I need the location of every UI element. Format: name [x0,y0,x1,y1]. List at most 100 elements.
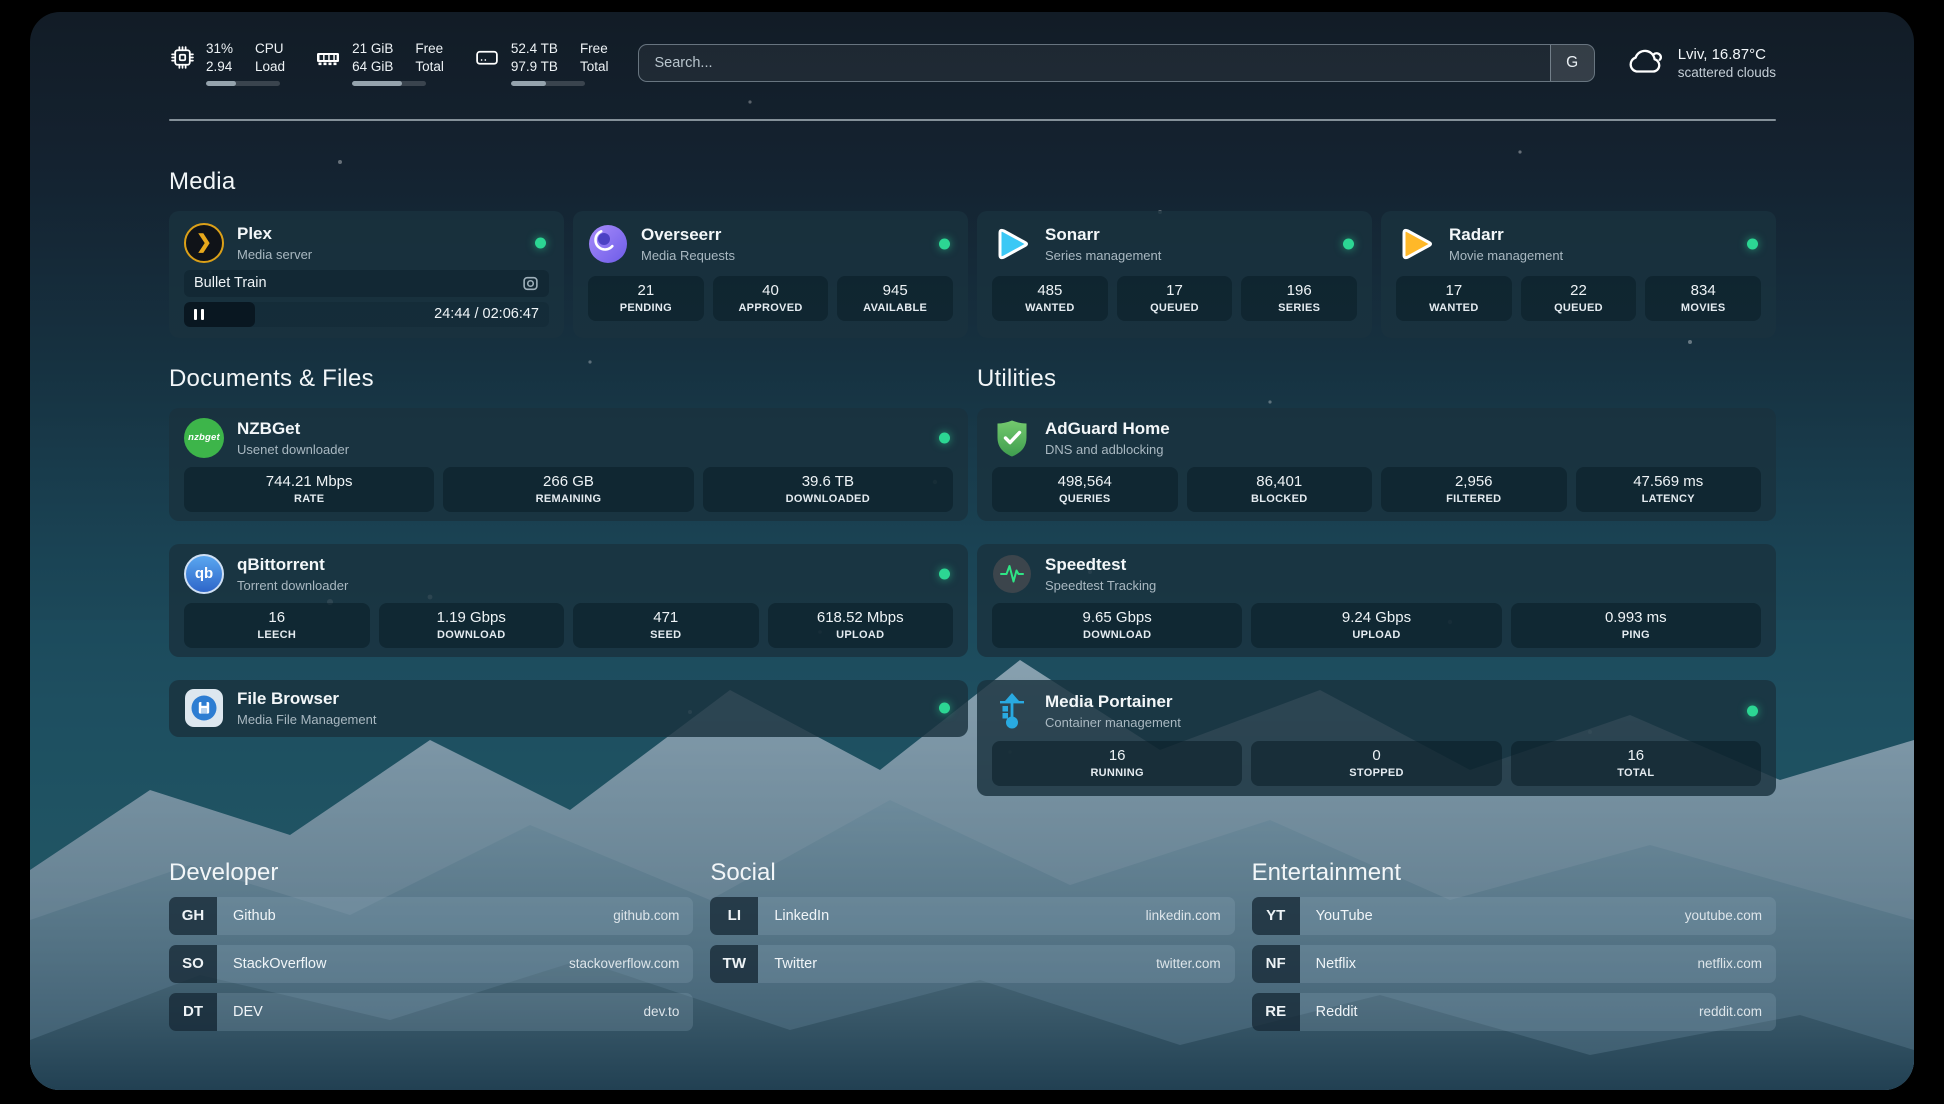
stat-tile: 39.6 TBDOWNLOADED [703,467,953,512]
service-card-sonarr[interactable]: Sonarr Series management 485WANTED 17QUE… [977,211,1372,338]
service-desc: Speedtest Tracking [1045,578,1156,593]
memory-progress-bar [352,81,426,86]
speedtest-logo-icon [992,554,1032,594]
memory-icon [315,45,341,71]
stat-tile: 618.52 MbpsUPLOAD [768,603,954,648]
disk-icon [474,45,500,71]
service-desc: Usenet downloader [237,442,349,457]
bookmark-group-entertainment: Entertainment YT YouTube youtube.com NF … [1252,859,1776,1031]
bookmark-abbr: YT [1252,897,1300,935]
service-name: Overseerr [641,225,735,245]
status-dot [1747,705,1758,716]
radarr-logo-icon [1396,224,1436,264]
cpu-labels: CPULoad [255,40,285,75]
plex-playback-time: 24:44 / 02:06:47 [434,306,539,322]
service-stats: 17WANTED 22QUEUED 834MOVIES [1396,276,1761,321]
bookmark-abbr: GH [169,897,217,935]
stat-tile: 9.24 GbpsUPLOAD [1251,603,1501,648]
page-content: 31%2.94 CPULoad [30,12,1914,1090]
header-separator [169,119,1776,121]
pause-button[interactable] [194,309,204,320]
stat-tile: 2,956FILTERED [1381,467,1567,512]
search-bar: G [638,44,1594,82]
search-provider-button[interactable]: G [1550,45,1594,81]
service-stats: 498,564QUERIES 86,401BLOCKED 2,956FILTER… [992,467,1761,512]
status-dot [1747,238,1758,249]
bookmark-abbr: NF [1252,945,1300,983]
status-dot [535,237,546,248]
service-card-speedtest[interactable]: Speedtest Speedtest Tracking 9.65 GbpsDO… [977,544,1776,657]
service-card-radarr[interactable]: Radarr Movie management 17WANTED 22QUEUE… [1381,211,1776,338]
search-input[interactable] [639,45,1549,81]
bookmark-dev[interactable]: DT DEV dev.to [169,993,693,1031]
bookmark-name: LinkedIn [758,897,829,935]
disk-progress-fill [511,81,546,86]
stat-tile: 47.569 msLATENCY [1576,467,1762,512]
bookmark-twitter[interactable]: TW Twitter twitter.com [710,945,1234,983]
bookmark-abbr: DT [169,993,217,1031]
documents-column: Documents & Files nzbget NZBGet Usenet d… [169,338,968,796]
section-title-entertainment: Entertainment [1252,859,1776,887]
service-card-plex[interactable]: ❯ Plex Media server Bullet Train [169,211,564,338]
stat-tile: 21PENDING [588,276,704,321]
status-dot [939,702,950,713]
service-card-portainer[interactable]: Media Portainer Container management 16R… [977,680,1776,796]
service-card-nzbget[interactable]: nzbget NZBGet Usenet downloader 744.21 M… [169,408,968,521]
adguard-logo-icon [992,418,1032,458]
bookmark-netflix[interactable]: NF Netflix netflix.com [1252,945,1776,983]
top-bar: 31%2.94 CPULoad [169,34,1776,92]
media-cards-row: ❯ Plex Media server Bullet Train [169,211,1776,338]
bookmark-youtube[interactable]: YT YouTube youtube.com [1252,897,1776,935]
now-playing-title: Bullet Train [194,275,267,291]
stat-tile: 22QUEUED [1521,276,1637,321]
service-desc: DNS and adblocking [1045,442,1170,457]
sonarr-logo-icon [992,224,1032,264]
service-name: Plex [237,224,312,244]
status-dot [939,238,950,249]
stat-tile: 0STOPPED [1251,741,1501,786]
section-title-documents: Documents & Files [169,365,968,393]
bookmark-stackoverflow[interactable]: SO StackOverflow stackoverflow.com [169,945,693,983]
bookmark-name: StackOverflow [217,945,326,983]
status-dot [1343,238,1354,249]
disk-labels: FreeTotal [580,40,609,75]
service-name: Sonarr [1045,225,1161,245]
service-stats: 21PENDING 40APPROVED 945AVAILABLE [588,276,953,321]
stat-tile: 40APPROVED [713,276,829,321]
service-name: Radarr [1449,225,1563,245]
disk-widget: 52.4 TB97.9 TB FreeTotal [474,40,609,86]
stat-tile: 16TOTAL [1511,741,1761,786]
bookmark-name: Reddit [1300,993,1358,1031]
status-dot [939,568,950,579]
status-dot [939,432,950,443]
service-name: Speedtest [1045,555,1156,575]
service-card-adguard[interactable]: AdGuard Home DNS and adblocking 498,564Q… [977,408,1776,521]
stat-tile: 471SEED [573,603,759,648]
service-stats: 485WANTED 17QUEUED 196SERIES [992,276,1357,321]
service-desc: Torrent downloader [237,578,348,593]
bookmark-group-social: Social LI LinkedIn linkedin.com TW Twitt… [710,859,1234,1031]
service-card-overseerr[interactable]: Overseerr Media Requests 21PENDING 40APP… [573,211,968,338]
service-card-qbittorrent[interactable]: qb qBittorrent Torrent downloader 16LEEC… [169,544,968,657]
bookmark-abbr: LI [710,897,758,935]
plex-logo-icon: ❯ [184,223,224,263]
stat-tile: 86,401BLOCKED [1187,467,1373,512]
bookmark-github[interactable]: GH Github github.com [169,897,693,935]
stat-tile: 17QUEUED [1117,276,1233,321]
stat-tile: 16RUNNING [992,741,1242,786]
service-name: qBittorrent [237,555,348,575]
dashboard-window: 31%2.94 CPULoad [30,12,1914,1090]
service-stats: 16RUNNING 0STOPPED 16TOTAL [992,741,1761,786]
stat-tile: 17WANTED [1396,276,1512,321]
service-card-filebrowser[interactable]: File Browser Media File Management [169,680,968,737]
cpu-widget: 31%2.94 CPULoad [169,40,285,86]
bookmark-linkedin[interactable]: LI LinkedIn linkedin.com [710,897,1234,935]
section-title-media: Media [169,168,1776,196]
bookmark-url: github.com [613,897,693,935]
qbittorrent-logo-icon: qb [184,554,224,594]
bookmark-name: YouTube [1300,897,1373,935]
stat-tile: 266 GBREMAINING [443,467,693,512]
bookmark-reddit[interactable]: RE Reddit reddit.com [1252,993,1776,1031]
cpu-icon [169,45,195,71]
bookmark-url: linkedin.com [1146,897,1235,935]
